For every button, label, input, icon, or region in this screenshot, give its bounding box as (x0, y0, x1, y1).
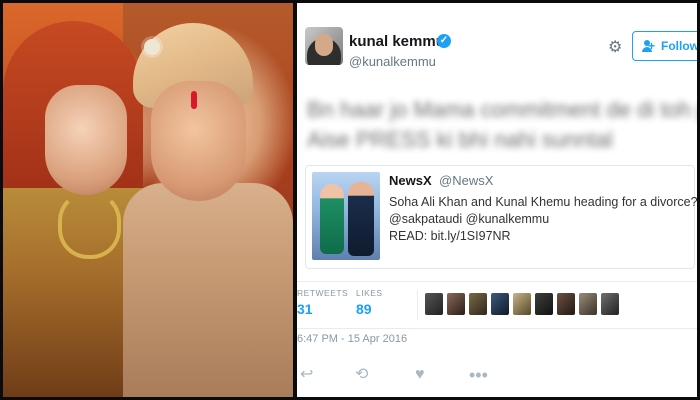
quoted-tweet-text: Soha Ali Khan and Kunal Khemu heading fo… (389, 194, 697, 245)
heart-icon[interactable]: ♥ (415, 361, 425, 389)
follow-person-icon (641, 40, 652, 52)
retweets-label: RETWEETS (297, 288, 349, 298)
thumb-woman (320, 184, 344, 254)
verified-badge-icon: ✓ (437, 34, 451, 48)
retweets-value: 31 (297, 301, 313, 317)
liker-avatar[interactable] (601, 293, 619, 315)
blurred-line-2: Aise PRESS ki bhi nahi sunntal (307, 127, 613, 152)
follow-label: Follow (661, 39, 697, 53)
bride-face (45, 85, 127, 195)
reply-icon[interactable]: ↩ (300, 361, 313, 389)
quoted-line-3[interactable]: READ: bit.ly/1SI97NR (389, 228, 689, 245)
likes-label: LIKES (356, 288, 383, 298)
wedding-photo (3, 3, 293, 397)
likes-value: 89 (356, 301, 372, 317)
blurred-line-1: Bn haar jo Mama commitment de di toh phi… (307, 97, 697, 122)
liker-avatar[interactable] (491, 293, 509, 315)
quoted-tweet[interactable]: NewsX @NewsX Soha Ali Khan and Kunal Khe… (305, 165, 697, 269)
tweet-header: kunal kemmu ✓ @kunalkemmu ⚙ + Follow (297, 3, 697, 83)
avatar-face (315, 34, 333, 56)
more-dots-icon[interactable]: ••• (469, 361, 488, 389)
author-name[interactable]: kunal kemmu (349, 33, 445, 50)
composite-frame: kunal kemmu ✓ @kunalkemmu ⚙ + Follow Bn … (0, 0, 700, 400)
tweet-card: kunal kemmu ✓ @kunalkemmu ⚙ + Follow Bn … (297, 3, 697, 397)
quoted-author-name[interactable]: NewsX (389, 173, 432, 188)
groom-face (151, 81, 246, 201)
liker-avatar[interactable] (425, 293, 443, 315)
stats-divider (417, 290, 418, 320)
thumb-man (348, 182, 374, 256)
author-avatar[interactable] (305, 27, 343, 65)
quoted-line-1: Soha Ali Khan and Kunal Khemu heading fo… (389, 195, 697, 209)
quoted-tweet-image (312, 172, 380, 260)
follow-button[interactable]: + Follow (632, 31, 697, 61)
quoted-author-handle[interactable]: @NewsX (439, 173, 493, 188)
retweets-stat[interactable]: RETWEETS 31 (297, 288, 348, 317)
likes-stat[interactable]: LIKES 89 (356, 288, 383, 317)
liker-avatar[interactable] (513, 293, 531, 315)
tweet-timestamp[interactable]: 6:47 PM - 15 Apr 2016 (297, 333, 407, 345)
necklace (58, 191, 121, 259)
liker-avatar[interactable] (535, 293, 553, 315)
groom-body (123, 183, 293, 397)
likers-avatars[interactable] (425, 293, 619, 317)
liker-avatar[interactable] (447, 293, 465, 315)
liker-avatar[interactable] (557, 293, 575, 315)
tilak-mark (191, 91, 197, 109)
tweet-stats: RETWEETS 31 LIKES 89 (297, 281, 697, 329)
turban-brooch (144, 39, 160, 55)
blurred-tweet-text: Bn haar jo Mama commitment de di toh phi… (307, 95, 697, 155)
retweet-icon[interactable]: ⟲ (355, 361, 368, 389)
quoted-line-2[interactable]: @sakpataudi @kunalkemmu (389, 211, 689, 228)
gear-icon[interactable]: ⚙ (608, 40, 624, 56)
author-handle[interactable]: @kunalkemmu (349, 54, 436, 69)
liker-avatar[interactable] (579, 293, 597, 315)
liker-avatar[interactable] (469, 293, 487, 315)
tweet-actions: ↩ ⟲ ♥ ••• (297, 361, 697, 389)
